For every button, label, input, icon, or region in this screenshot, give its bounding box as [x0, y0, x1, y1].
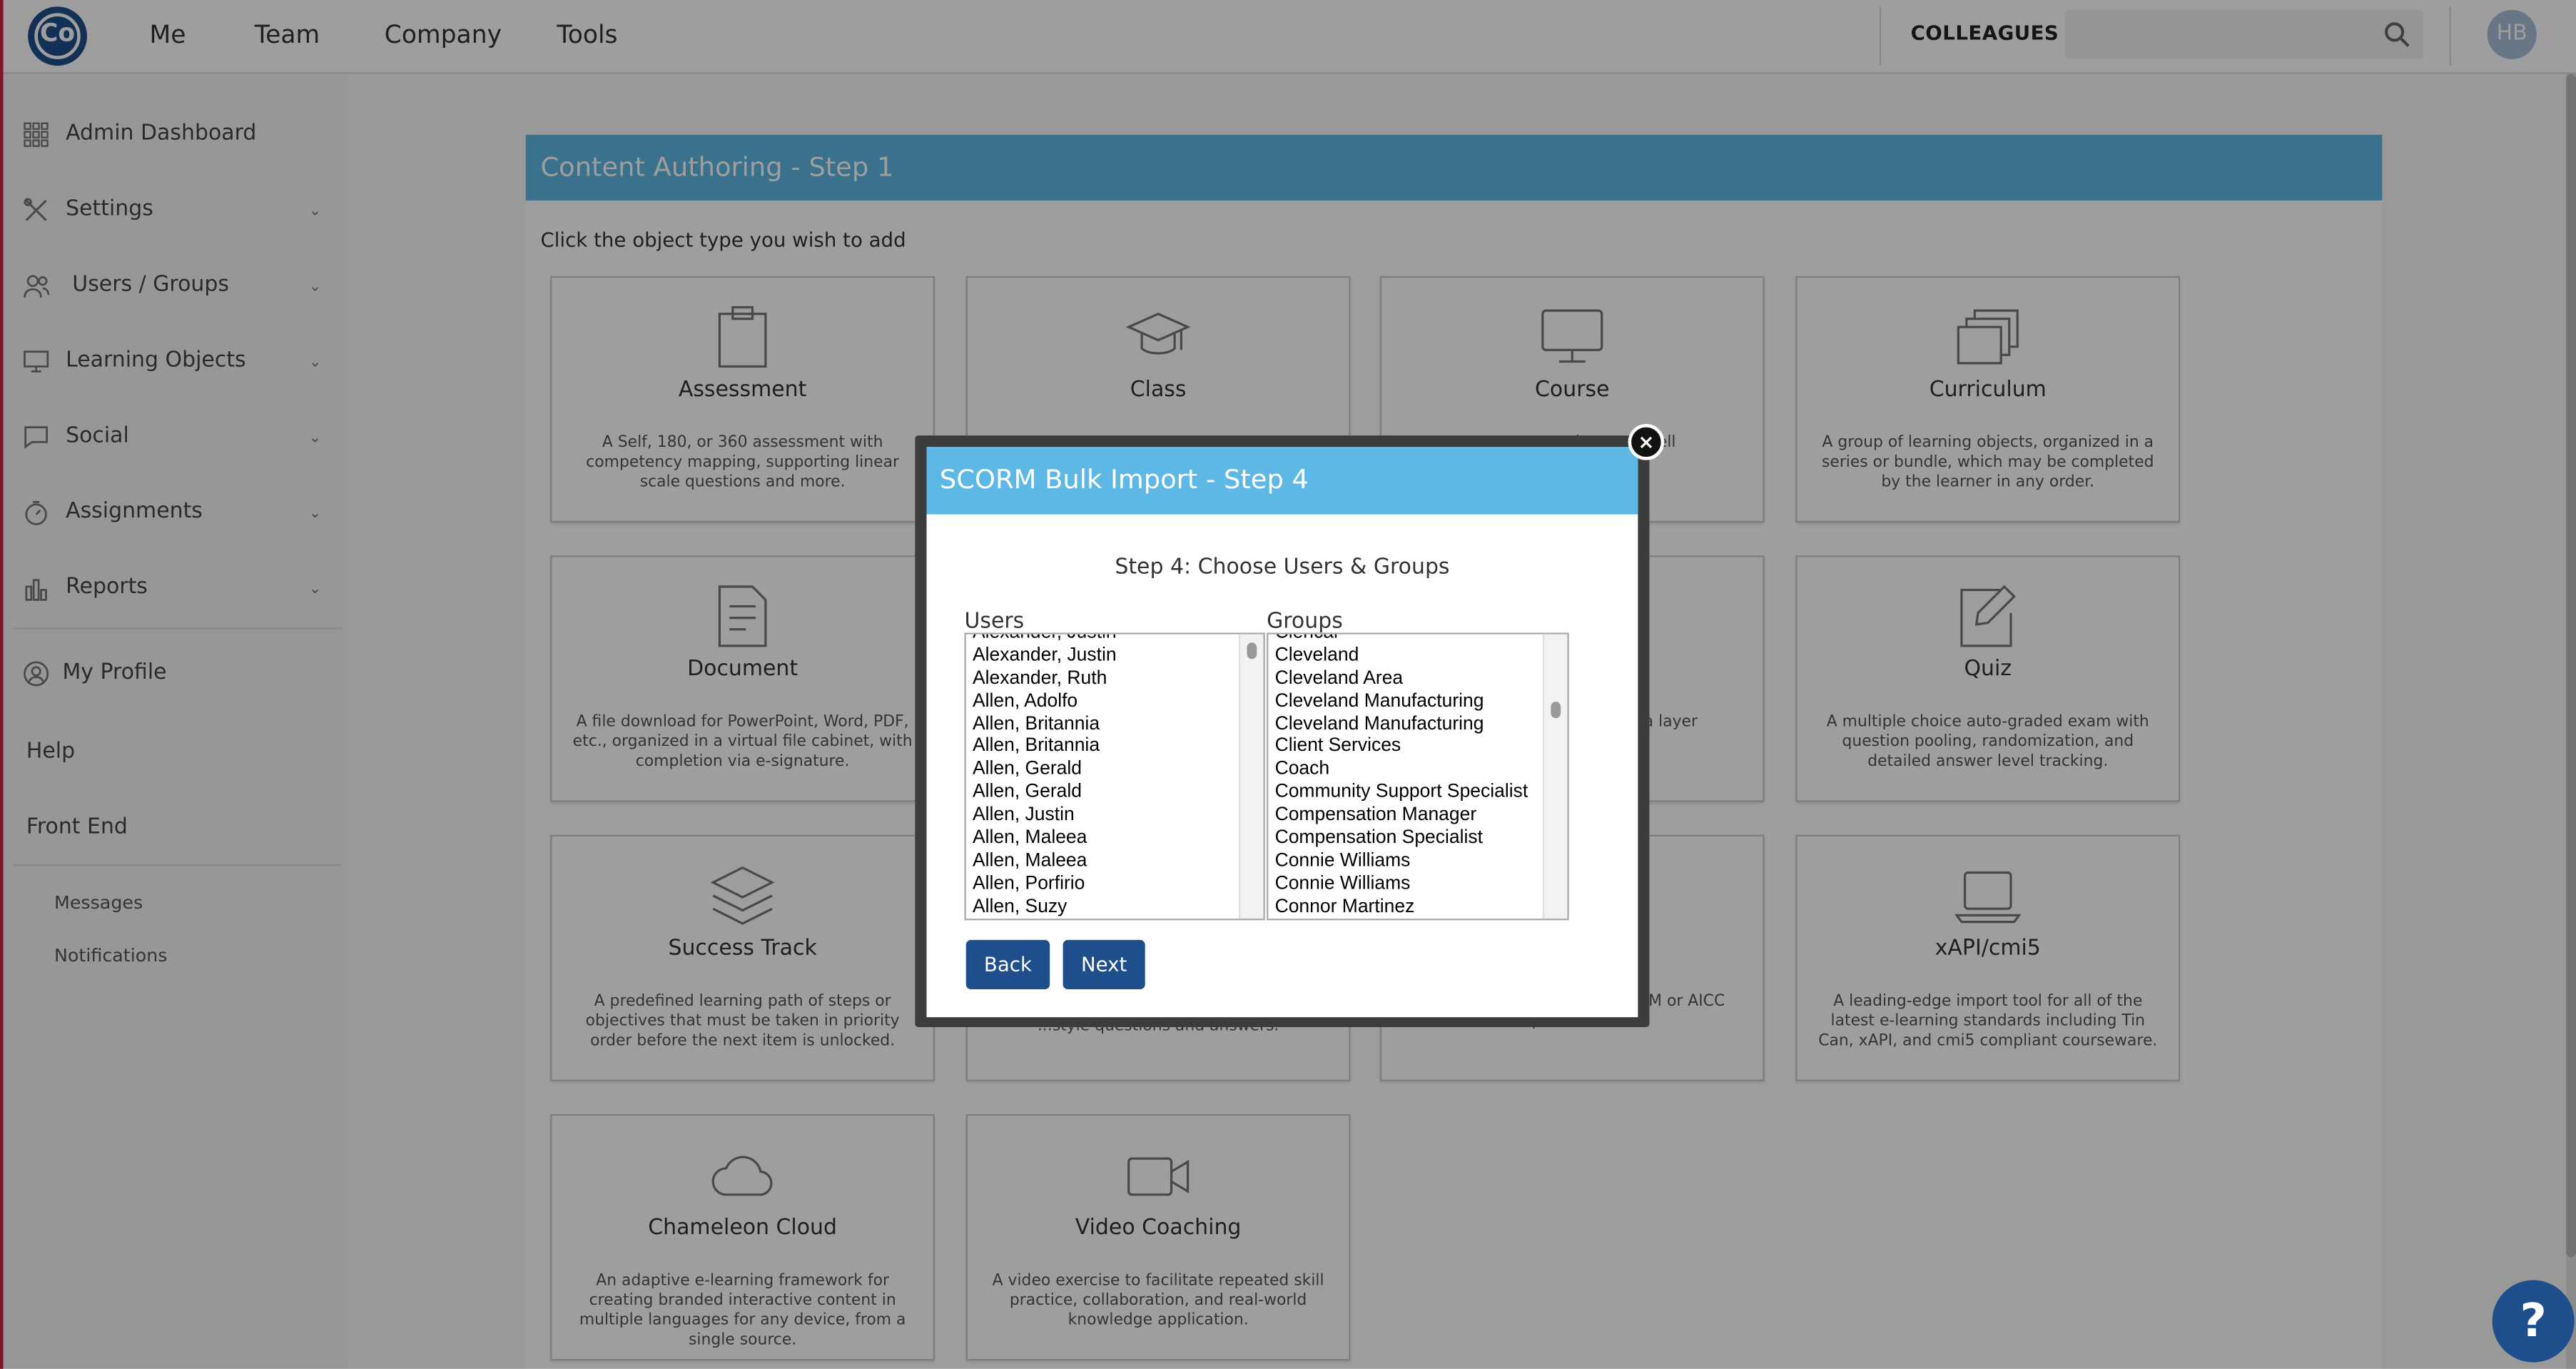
close-icon[interactable]: × — [1628, 423, 1665, 460]
back-button[interactable]: Back — [965, 939, 1050, 989]
groups-listbox[interactable]: Clerical Cleveland Cleveland Area Cleveland… — [1267, 632, 1569, 921]
list-option[interactable]: Allen, Britannia — [973, 714, 1117, 737]
list-option[interactable]: Cleveland Manufacturing — [1275, 714, 1528, 737]
list-option[interactable]: Cleveland Manufacturing — [1275, 692, 1528, 714]
help-button[interactable]: ? — [2492, 1280, 2575, 1363]
list-option[interactable]: Clerical — [1275, 635, 1528, 646]
list-option[interactable]: Cleveland Area — [1275, 669, 1528, 692]
list-option[interactable]: Compensation Specialist — [1275, 828, 1528, 851]
users-label: Users — [964, 610, 1025, 635]
scrollbar-thumb[interactable] — [1551, 702, 1561, 719]
list-option[interactable]: Alexander, Ruth — [973, 669, 1117, 692]
groups-scrollbar[interactable] — [1542, 634, 1568, 919]
list-option[interactable]: Alexander, Justin — [973, 635, 1117, 646]
list-option[interactable]: Allen, Gerald — [973, 759, 1117, 782]
list-option[interactable]: Community Support Specialist — [1275, 782, 1528, 805]
list-option[interactable]: Client Services — [1275, 737, 1528, 759]
users-list: Alexander, Justin Alexander, Justin Alexan… — [973, 635, 1117, 919]
step-title: Step 4: Choose Users & Groups — [1115, 555, 1450, 580]
list-option[interactable]: Allen, Maleea — [973, 828, 1117, 851]
list-option[interactable]: Allen, Gerald — [973, 782, 1117, 805]
list-option[interactable]: Compensation Manager — [1275, 805, 1528, 828]
scrollbar-thumb[interactable] — [1247, 642, 1257, 660]
list-option[interactable]: Allen, Britannia — [973, 737, 1117, 759]
list-option[interactable]: Coach — [1275, 759, 1528, 782]
modal-title: SCORM Bulk Import - Step 4 — [939, 463, 1309, 495]
list-option[interactable]: Allen, Suzy — [973, 896, 1117, 919]
list-option[interactable]: Allen, Justin — [973, 805, 1117, 828]
groups-list: Clerical Cleveland Cleveland Area Cleveland… — [1275, 635, 1528, 919]
list-option[interactable]: Connie Williams — [1275, 851, 1528, 874]
app-root: Co Me Team Company Tools COLLEAGUES ▾ HB… — [0, 0, 2576, 1369]
list-option[interactable]: Allen, Maleea — [973, 851, 1117, 874]
list-option[interactable]: Cleveland — [1275, 646, 1528, 669]
list-option[interactable]: Allen, Porfirio — [973, 874, 1117, 896]
users-scrollbar[interactable] — [1238, 634, 1264, 919]
next-button[interactable]: Next — [1063, 939, 1145, 989]
list-option[interactable]: Connor Martinez — [1275, 896, 1528, 919]
users-listbox[interactable]: Alexander, Justin Alexander, Justin Alexan… — [964, 632, 1265, 921]
modal-header: SCORM Bulk Import - Step 4 — [926, 447, 1638, 515]
list-option[interactable]: Alexander, Justin — [973, 646, 1117, 669]
scorm-import-modal: SCORM Bulk Import - Step 4 Step 4: Choos… — [915, 435, 1650, 1027]
list-option[interactable]: Allen, Adolfo — [973, 692, 1117, 714]
groups-label: Groups — [1267, 610, 1343, 635]
modal-body: SCORM Bulk Import - Step 4 Step 4: Choos… — [926, 447, 1638, 1018]
list-option[interactable]: Connie Williams — [1275, 874, 1528, 896]
